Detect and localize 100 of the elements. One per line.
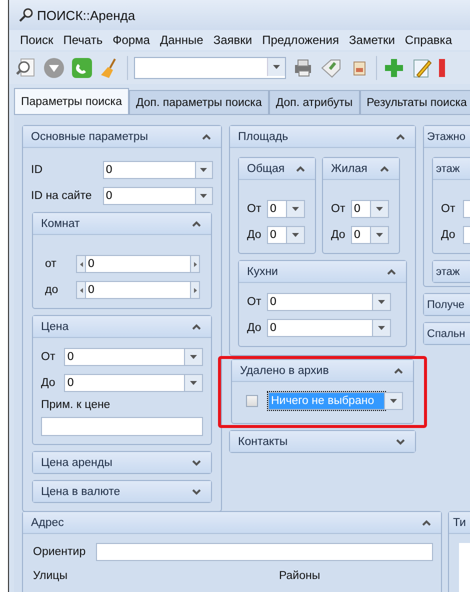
tab[interactable]: Доп. параметры поиска — [128, 90, 269, 114]
field-label: Ориентир — [32, 546, 87, 558]
menu-item[interactable]: Предложения — [257, 33, 344, 47]
field-label: Прим. к цене — [41, 399, 112, 411]
toolbar-combo-field[interactable] — [134, 57, 286, 79]
caret-icon — [273, 65, 280, 69]
input-field[interactable]: 0 — [86, 281, 190, 299]
field-label: До — [441, 229, 456, 241]
group-header[interactable]: этаж — [433, 261, 470, 282]
menu-item[interactable]: Заметки — [344, 33, 400, 47]
group-header[interactable]: этаж — [433, 158, 470, 180]
menu-item[interactable]: Печать — [58, 33, 108, 47]
caret-icon — [190, 355, 198, 359]
input-field[interactable]: 0 — [102, 161, 196, 179]
group-title: Основные параметры — [31, 130, 148, 142]
input-field[interactable]: 0 — [86, 255, 190, 273]
field-label: до — [44, 284, 60, 296]
input-field[interactable]: 0 — [102, 187, 196, 205]
dropdown-button[interactable] — [371, 200, 389, 218]
group-title: Жилая — [331, 162, 368, 174]
phone-icon[interactable] — [71, 57, 93, 79]
tab[interactable]: Результаты поиска — [360, 90, 470, 114]
input-field[interactable]: 0 — [64, 348, 186, 366]
menu-item[interactable]: Справка — [400, 33, 457, 47]
field-label: От — [41, 351, 56, 363]
field-label: До — [331, 229, 346, 241]
dropdown-button[interactable] — [185, 348, 203, 366]
decrement-button[interactable] — [76, 281, 86, 299]
input-field[interactable]: 0 — [351, 226, 371, 244]
field-label: До — [247, 229, 262, 241]
group-title: Удалено в архив — [240, 364, 329, 376]
tab[interactable]: Доп. атрибуты — [268, 90, 360, 114]
group-header[interactable]: Контакты — [230, 431, 415, 452]
tab[interactable]: Параметры поиска — [14, 88, 129, 114]
checkbox[interactable] — [246, 395, 258, 407]
group-header[interactable]: Цена — [33, 316, 211, 338]
group-title: Адрес — [31, 516, 64, 528]
caret-icon — [376, 233, 383, 237]
group-header[interactable]: Этажно — [424, 126, 470, 148]
group-header[interactable]: Кухни — [239, 261, 406, 283]
input-field[interactable]: 0 — [267, 319, 373, 337]
dropdown-button[interactable] — [196, 161, 213, 179]
field-label: До — [247, 322, 262, 334]
group-header[interactable]: Общая — [239, 158, 315, 180]
group-header[interactable]: Ти — [449, 512, 470, 534]
tag-icon[interactable] — [320, 57, 342, 79]
right-arrow-icon — [194, 262, 196, 266]
decrement-button[interactable] — [76, 255, 86, 273]
dropdown-button[interactable] — [385, 392, 403, 410]
group-header[interactable]: Жилая — [323, 158, 399, 180]
dropdown-button[interactable] — [373, 319, 391, 337]
group-header[interactable]: Комнат — [33, 213, 211, 235]
caret-icon — [292, 233, 299, 237]
caret-icon — [376, 207, 383, 211]
group-title: Спальн — [427, 328, 466, 340]
search-icon[interactable] — [15, 57, 37, 79]
group-header[interactable]: Цена аренды — [33, 452, 211, 473]
group-header[interactable]: Удалено в архив — [232, 360, 413, 382]
group-header[interactable]: Основные параметры — [23, 126, 221, 148]
group-title: Кухни — [247, 266, 278, 278]
dropdown-button[interactable] — [287, 226, 305, 244]
input-field[interactable]: 0 — [351, 200, 371, 218]
add-icon[interactable] — [383, 57, 405, 79]
dropdown-button[interactable] — [267, 58, 285, 76]
printer-icon[interactable] — [292, 57, 314, 79]
input-field[interactable]: 0 — [267, 226, 287, 244]
dropdown-button[interactable] — [371, 226, 389, 244]
caret-icon — [292, 207, 299, 211]
increment-button[interactable] — [190, 255, 200, 273]
pencil-icon[interactable] — [411, 57, 433, 79]
input-field[interactable] — [96, 543, 433, 561]
field-label: Районы — [279, 570, 320, 582]
field-label: от — [44, 258, 58, 270]
group-title: Цена — [41, 320, 69, 332]
delete-icon[interactable] — [439, 57, 445, 79]
dropdown-button[interactable] — [196, 187, 213, 205]
group-header[interactable]: Адрес — [23, 512, 441, 534]
increment-button[interactable] — [190, 281, 200, 299]
field-label: От — [247, 296, 262, 308]
window-title: ПОИСК::Аренда — [37, 8, 136, 22]
input-field[interactable]: 0 — [267, 200, 287, 218]
group-header[interactable]: Спальн — [424, 323, 470, 344]
down-circle-icon[interactable] — [43, 57, 65, 79]
group-title: Общая — [247, 162, 285, 174]
menu-item[interactable]: Данные — [154, 33, 208, 47]
input-field[interactable]: 0 — [64, 374, 186, 392]
left-arrow-icon — [80, 262, 82, 266]
menu-item[interactable]: Заявки — [208, 33, 258, 47]
group-header[interactable]: Площадь — [230, 126, 415, 148]
input-field[interactable]: 0 — [267, 293, 373, 311]
caret-icon — [378, 326, 385, 330]
group-header[interactable]: Получе — [424, 294, 470, 315]
menu-item[interactable]: Поиск — [15, 33, 58, 47]
menu-item[interactable]: Форма — [108, 33, 155, 47]
dropdown-button[interactable] — [373, 293, 391, 311]
input-field[interactable] — [41, 417, 203, 436]
group-header[interactable]: Цена в валюте — [33, 481, 211, 502]
dropdown-button[interactable] — [287, 200, 305, 218]
field-label: До — [41, 377, 56, 389]
dropdown-button[interactable] — [185, 374, 203, 392]
